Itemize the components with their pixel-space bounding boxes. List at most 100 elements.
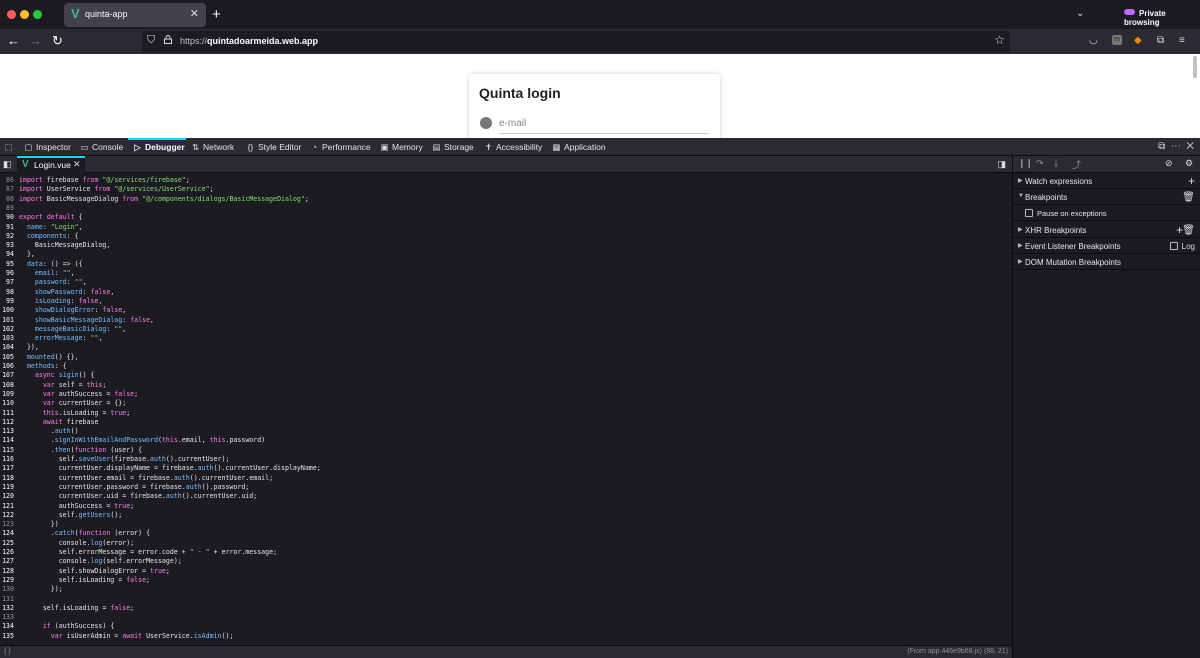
line-number[interactable]: 99	[0, 297, 14, 306]
tab-console[interactable]: ▭ Console	[80, 142, 123, 153]
line-number[interactable]: 130	[0, 585, 14, 594]
breakpoints-row[interactable]: ▼ Breakpoints 🗑	[1013, 189, 1200, 205]
line-number[interactable]: 89	[0, 204, 14, 213]
line-number[interactable]: 92	[0, 232, 14, 241]
line-number[interactable]: 88	[0, 195, 14, 204]
line-number[interactable]: 109	[0, 390, 14, 399]
xhr-breakpoints-row[interactable]: ▶ XHR Breakpoints + 🗑	[1013, 222, 1200, 238]
remove-breakpoints-icon[interactable]: 🗑	[1182, 192, 1195, 203]
line-number[interactable]: 131	[0, 595, 14, 604]
line-number[interactable]: 113	[0, 427, 14, 436]
line-number[interactable]: 125	[0, 539, 14, 548]
step-over-icon[interactable]: ↷	[1036, 158, 1044, 169]
line-number[interactable]: 110	[0, 399, 14, 408]
add-watch-icon[interactable]: +	[1188, 174, 1195, 188]
pause-icon[interactable]: ❙❙	[1018, 158, 1033, 169]
code-editor[interactable]: 86 import firebase from "@/services/fireb…	[0, 173, 1012, 645]
tab-performance[interactable]: ◔ Performance	[310, 142, 371, 152]
tab-memory[interactable]: ▣ Memory	[380, 142, 422, 153]
line-number[interactable]: 135	[0, 632, 14, 641]
debugger-settings-icon[interactable]: ⚙	[1185, 158, 1193, 169]
line-number[interactable]: 100	[0, 306, 14, 315]
line-number[interactable]: 127	[0, 557, 14, 566]
line-number[interactable]: 122	[0, 511, 14, 520]
back-arrow-icon[interactable]: ←	[7, 33, 20, 48]
url-bar[interactable]: ⛉ https://quintadoarmeida.web.app ☆	[142, 31, 1010, 52]
line-number[interactable]: 102	[0, 325, 14, 334]
extensions-puzzle-icon[interactable]: ⧉	[1157, 35, 1164, 46]
url-text[interactable]: https://quintadoarmeida.web.app	[180, 36, 318, 46]
toggle-panel-icon[interactable]: ◨	[997, 159, 1006, 170]
line-number[interactable]: 87	[0, 185, 14, 194]
line-number[interactable]: 106	[0, 362, 14, 371]
step-in-icon[interactable]: ⤓	[1054, 158, 1058, 169]
line-number[interactable]: 104	[0, 343, 14, 352]
line-number[interactable]: 115	[0, 446, 14, 455]
line-number[interactable]: 91	[0, 223, 14, 232]
tab-debugger[interactable]: ▷ Debugger	[133, 142, 184, 153]
close-devtools-icon[interactable]: ✕	[1186, 141, 1194, 152]
reload-icon[interactable]: ↻	[52, 33, 63, 49]
line-number[interactable]: 103	[0, 334, 14, 343]
close-window-button[interactable]	[7, 10, 16, 19]
line-number[interactable]: 86	[0, 176, 14, 185]
line-number[interactable]: 118	[0, 474, 14, 483]
forward-arrow-icon[interactable]: →	[29, 33, 42, 48]
metamask-fox-icon[interactable]: ◆	[1134, 35, 1142, 46]
line-number[interactable]: 95	[0, 260, 14, 269]
pause-exceptions-checkbox[interactable]	[1025, 209, 1033, 217]
tab-network[interactable]: ⇅ Network	[191, 142, 234, 153]
close-tab-icon[interactable]: ✕	[190, 7, 199, 20]
line-number[interactable]: 101	[0, 316, 14, 325]
line-number[interactable]: 107	[0, 371, 14, 380]
line-number[interactable]: 90	[0, 213, 14, 222]
line-number[interactable]: 116	[0, 455, 14, 464]
source-tab-login-vue[interactable]: V Login.vue ✕	[17, 156, 85, 173]
browser-tab[interactable]: V quinta-app ✕	[64, 3, 206, 27]
watch-expressions-row[interactable]: ▶ Watch expressions +	[1013, 173, 1200, 189]
toggle-sources-icon[interactable]: ◧	[3, 159, 12, 170]
step-out-icon[interactable]: ⤴	[1072, 158, 1081, 171]
email-input[interactable]: e-mail	[499, 118, 526, 129]
line-number[interactable]: 123	[0, 520, 14, 529]
line-number[interactable]: 96	[0, 269, 14, 278]
lock-icon[interactable]	[164, 35, 172, 44]
pretty-print-button[interactable]: { }	[4, 648, 11, 655]
line-number[interactable]: 94	[0, 250, 14, 259]
extension-m-icon[interactable]: m	[1112, 35, 1122, 45]
more-options-icon[interactable]: ⋯	[1171, 141, 1181, 152]
remove-xhr-icon[interactable]: 🗑	[1182, 225, 1195, 236]
page-scrollbar[interactable]	[1193, 56, 1197, 78]
bookmark-star-icon[interactable]: ☆	[994, 33, 1005, 47]
new-tab-button[interactable]: +	[212, 6, 221, 23]
line-number[interactable]: 117	[0, 464, 14, 473]
line-number[interactable]: 132	[0, 604, 14, 613]
line-number[interactable]: 108	[0, 381, 14, 390]
line-number[interactable]: 128	[0, 567, 14, 576]
tab-style-editor[interactable]: {} Style Editor	[246, 142, 302, 152]
dock-icon[interactable]: ⧉	[1158, 141, 1165, 152]
line-number[interactable]: 121	[0, 502, 14, 511]
line-number[interactable]: 124	[0, 529, 14, 538]
pocket-icon[interactable]: ◡	[1089, 35, 1098, 46]
line-number[interactable]: 105	[0, 353, 14, 362]
dom-mutation-row[interactable]: ▶ DOM Mutation Breakpoints	[1013, 254, 1200, 270]
line-number[interactable]: 134	[0, 622, 14, 631]
tab-application[interactable]: ▦ Application	[552, 142, 605, 153]
close-source-tab-icon[interactable]: ✕	[73, 159, 81, 170]
line-number[interactable]: 120	[0, 492, 14, 501]
line-number[interactable]: 93	[0, 241, 14, 250]
line-number[interactable]: 97	[0, 278, 14, 287]
line-number[interactable]: 111	[0, 409, 14, 418]
line-number[interactable]: 126	[0, 548, 14, 557]
event-listener-row[interactable]: ▶ Event Listener Breakpoints Log	[1013, 238, 1200, 254]
tracking-shield-icon[interactable]: ⛉	[147, 34, 155, 47]
line-number[interactable]: 133	[0, 613, 14, 622]
deactivate-breakpoints-icon[interactable]: ⊘	[1165, 158, 1173, 169]
list-all-tabs-icon[interactable]: ⌄	[1076, 8, 1084, 19]
tab-accessibility[interactable]: ✝ Accessibility	[484, 142, 542, 153]
line-number[interactable]: 129	[0, 576, 14, 585]
zoom-window-button[interactable]	[33, 10, 42, 19]
element-picker-icon[interactable]: ⬚	[4, 142, 16, 153]
minimize-window-button[interactable]	[20, 10, 29, 19]
